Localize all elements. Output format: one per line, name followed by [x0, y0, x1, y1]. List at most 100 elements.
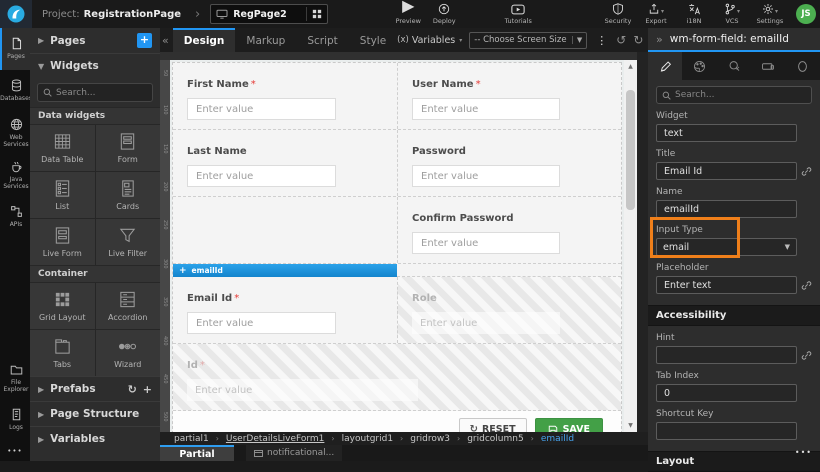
kebab-menu-icon[interactable]: ⋮ — [594, 34, 609, 47]
title-value-input[interactable] — [656, 162, 797, 180]
refresh-icon[interactable]: ↻ — [128, 383, 137, 396]
form-field-id-hidden[interactable]: Id* Enter value — [173, 344, 621, 410]
firstname-input[interactable] — [187, 98, 336, 120]
widget-search-input[interactable] — [56, 88, 147, 98]
collapse-right-panel-icon[interactable]: » — [656, 33, 663, 46]
breadcrumb-item[interactable]: UserDetailsLiveForm1 — [226, 434, 325, 444]
form-field-lastname[interactable]: Last Name — [173, 130, 397, 196]
deploy-button[interactable]: Deploy — [426, 3, 462, 25]
tab-notification[interactable]: notificational... — [246, 445, 342, 461]
rail-item-file-explorer[interactable]: File Explorer — [0, 357, 30, 399]
more-options-icon[interactable]: ••• — [795, 448, 812, 457]
lastname-input[interactable] — [187, 165, 336, 187]
scrollbar-thumb[interactable] — [626, 90, 635, 210]
widget-tile-live-form[interactable]: Live Form — [30, 219, 95, 265]
save-button[interactable]: SAVE — [535, 418, 603, 432]
redo-icon[interactable]: ↻ — [633, 33, 643, 47]
breadcrumb-item-selected[interactable]: emailId — [541, 434, 574, 444]
rail-item-databases[interactable]: Databases — [0, 70, 30, 112]
vcs-button[interactable]: ▾ VCS — [714, 3, 750, 25]
preview-button[interactable]: ▶ Preview — [390, 3, 426, 25]
widget-value-input[interactable] — [656, 124, 797, 142]
tab-script[interactable]: Script — [296, 28, 348, 52]
export-button[interactable]: ▾ Export — [638, 3, 674, 25]
tab-markup[interactable]: Markup — [235, 28, 296, 52]
reset-button[interactable]: ↻ RESET — [459, 418, 527, 432]
add-page-button[interactable]: + — [137, 33, 152, 48]
settings-button[interactable]: ▾ Settings — [752, 3, 788, 25]
rail-item-web-services[interactable]: Web Services — [0, 112, 30, 154]
form-field-emailid[interactable]: Email Id* — [173, 277, 397, 343]
page-tab[interactable]: RegPage2 — [210, 4, 328, 24]
breadcrumb-item[interactable]: gridcolumn5 — [467, 434, 523, 444]
user-avatar[interactable]: JS — [796, 4, 816, 24]
input-type-select[interactable]: email ▼ — [656, 238, 797, 256]
prefabs-section-header[interactable]: ▶ Prefabs ↻ + — [30, 376, 160, 401]
undo-icon[interactable]: ↺ — [616, 33, 626, 47]
breadcrumb-item[interactable]: partial1 — [174, 434, 209, 444]
canvas-scrollbar[interactable]: ▲ ▼ — [624, 60, 637, 432]
properties-search[interactable] — [656, 86, 812, 104]
rail-item-pages[interactable]: Pages — [0, 28, 30, 70]
breadcrumb-item[interactable]: layoutgrid1 — [342, 434, 393, 444]
widget-tile-accordion[interactable]: Accordion — [96, 283, 161, 329]
app-logo[interactable] — [0, 0, 32, 28]
widget-tile-tabs[interactable]: Tabs — [30, 330, 95, 376]
bind-link-icon[interactable] — [801, 350, 812, 361]
tab-advanced-search[interactable] — [717, 52, 751, 80]
tab-styles[interactable] — [682, 52, 716, 80]
username-input[interactable] — [412, 98, 560, 120]
name-value-input[interactable] — [656, 200, 797, 218]
more-options-icon[interactable]: ••• — [0, 441, 30, 461]
widget-tile-list[interactable]: List — [30, 172, 95, 218]
tutorials-button[interactable]: Tutorials — [500, 3, 536, 25]
widget-search[interactable] — [37, 83, 153, 102]
rail-item-logs[interactable]: Logs — [0, 399, 30, 441]
tab-style[interactable]: Style — [349, 28, 397, 52]
page-structure-section-header[interactable]: ▶ Page Structure — [30, 401, 160, 426]
widget-tile-data-table[interactable]: Data Table — [30, 125, 95, 171]
widget-tile-grid-layout[interactable]: Grid Layout — [30, 283, 95, 329]
variables-dropdown[interactable]: (x) Variables ▾ — [397, 35, 462, 46]
form-field-username[interactable]: User Name* — [397, 63, 621, 129]
add-prefab-icon[interactable]: + — [143, 383, 152, 396]
widget-tile-cards[interactable]: Cards — [96, 172, 161, 218]
password-input[interactable] — [412, 165, 560, 187]
form-field-firstname[interactable]: First Name* — [173, 63, 397, 129]
empty-cell[interactable] — [173, 197, 397, 263]
widgets-section-header[interactable]: ▼ Widgets — [30, 53, 160, 78]
emailid-input[interactable] — [187, 312, 336, 334]
placeholder-value-input[interactable] — [656, 276, 797, 294]
tab-design[interactable]: Design — [173, 28, 236, 52]
collapse-left-panel-icon[interactable]: « — [160, 34, 173, 47]
bind-link-icon[interactable] — [801, 166, 812, 177]
pages-section-header[interactable]: ▶ Pages + — [30, 28, 160, 53]
variables-section-header[interactable]: ▶ Variables — [30, 426, 160, 451]
hint-value-input[interactable] — [656, 346, 797, 364]
form-field-confirm-password[interactable]: Confirm Password — [397, 197, 621, 263]
form-field-password[interactable]: Password — [397, 130, 621, 196]
scroll-up-icon[interactable]: ▲ — [624, 60, 637, 73]
tab-properties[interactable] — [648, 52, 682, 80]
security-button[interactable]: Security — [600, 3, 636, 25]
rail-item-apis[interactable]: APIs — [0, 196, 30, 238]
shortcut-key-value-input[interactable] — [656, 422, 797, 440]
tab-partial[interactable]: Partial — [160, 445, 234, 461]
tab-device[interactable] — [751, 52, 785, 80]
scroll-down-icon[interactable]: ▼ — [624, 419, 637, 432]
widget-tile-wizard[interactable]: Wizard — [96, 330, 161, 376]
screen-size-select[interactable]: -- Choose Screen Size -- ▼ — [469, 32, 587, 49]
tab-security[interactable] — [786, 52, 820, 80]
widget-tile-live-filter[interactable]: Live Filter — [96, 219, 161, 265]
emailid-selection-bar[interactable]: + emailId — [173, 264, 397, 277]
bind-link-icon[interactable] — [801, 280, 812, 291]
form-field-role-hidden[interactable]: Role Enter value — [397, 277, 621, 343]
widget-tile-form[interactable]: Form — [96, 125, 161, 171]
confirm-password-input[interactable] — [412, 232, 560, 254]
breadcrumb-item[interactable]: gridrow3 — [410, 434, 450, 444]
properties-search-input[interactable] — [675, 90, 806, 100]
rail-item-java-services[interactable]: Java Services — [0, 154, 30, 196]
i18n-button[interactable]: i18N — [676, 3, 712, 25]
tab-index-value-input[interactable] — [656, 384, 797, 402]
grid-menu-icon[interactable] — [312, 9, 322, 19]
